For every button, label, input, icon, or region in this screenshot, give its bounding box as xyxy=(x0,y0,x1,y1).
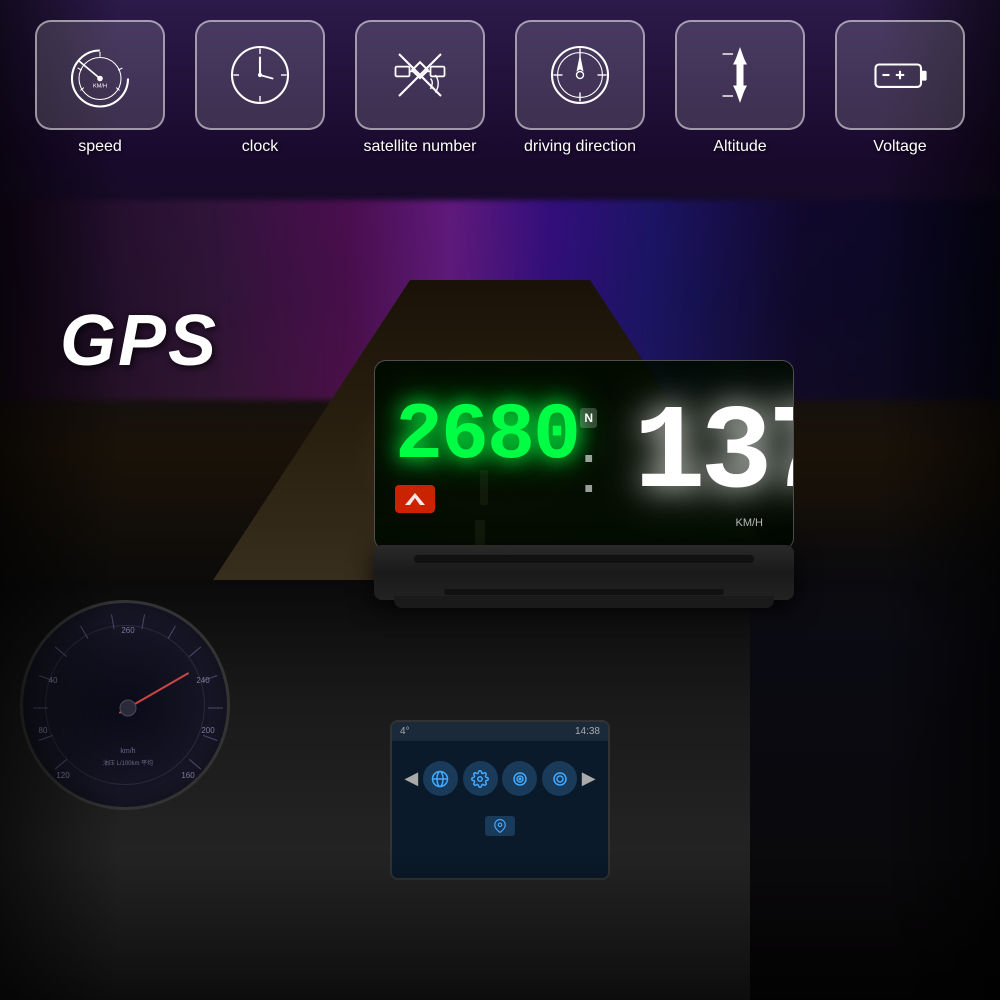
satellite-icon xyxy=(385,40,455,110)
feature-speed: KM/H speed xyxy=(35,20,165,156)
feature-label-speed: speed xyxy=(78,138,122,156)
mountain-icon xyxy=(403,491,427,507)
gauge-number: 260 xyxy=(121,626,135,635)
gauge-number: 240 xyxy=(196,676,210,685)
gauge-number: 40 xyxy=(49,676,58,685)
features-bar: KM/H speed xyxy=(20,20,980,156)
gauge-svg: 260 40 80 120 160 200 240 km/h 油压 L/100k… xyxy=(23,603,233,813)
hud-left-panel: 2680 xyxy=(395,397,579,513)
infotainment-nav-left[interactable]: ◀ xyxy=(404,768,418,789)
infotainment-nav-right[interactable]: ▶ xyxy=(582,768,596,789)
feature-icon-box-voltage xyxy=(835,20,965,130)
gauge-extra-text: 油压 L/100km 平均 xyxy=(103,759,153,767)
feature-label-altitude: Altitude xyxy=(713,138,766,156)
gauge-number: 120 xyxy=(56,771,70,780)
battery-icon xyxy=(865,40,935,110)
infotainment-screen: 4° 14:38 ◀ xyxy=(390,720,610,880)
feature-altitude: Altitude xyxy=(675,20,805,156)
altitude-icon xyxy=(705,40,775,110)
infotainment-icon-settings[interactable] xyxy=(463,761,498,796)
hud-n-label: N xyxy=(584,411,593,425)
hud-screen: 2680 N : 137 xyxy=(374,360,794,550)
hud-right-panel: 137 ⎯ xyxy=(633,395,794,515)
hud-altitude-reading: 2680 xyxy=(395,397,579,477)
gauge-number: 80 xyxy=(39,726,48,735)
hud-mount-slot xyxy=(414,555,754,563)
feature-clock: clock xyxy=(195,20,325,156)
gauge-kmh-label: km/h xyxy=(120,748,135,755)
feature-voltage: Voltage xyxy=(835,20,965,156)
svg-text:KM/H: KM/H xyxy=(93,84,107,90)
hud-alert-icon xyxy=(395,485,435,513)
feature-label-satellite: satellite number xyxy=(364,138,477,156)
gauge-number: 200 xyxy=(201,726,215,735)
feature-icon-box-clock xyxy=(195,20,325,130)
feature-satellite: satellite number xyxy=(355,20,485,156)
infotainment-temp: 4° xyxy=(400,726,410,737)
clock-icon xyxy=(225,40,295,110)
infotainment-time: 14:38 xyxy=(575,726,600,737)
hud-base-mount xyxy=(374,545,794,600)
speedometer-icon: KM/H xyxy=(65,40,135,110)
infotainment-header: 4° 14:38 xyxy=(392,722,608,741)
feature-icon-box-altitude xyxy=(675,20,805,130)
infotainment-nav-dots xyxy=(392,816,608,844)
infotainment-icon-nav[interactable] xyxy=(423,761,458,796)
infotainment-icon-audio[interactable] xyxy=(502,761,537,796)
hud-main-speed-display: 137 xyxy=(633,395,794,515)
feature-icon-box-direction xyxy=(515,20,645,130)
gauge-number: 160 xyxy=(181,771,195,780)
hud-mount-slot-2 xyxy=(444,589,724,595)
feature-label-clock: clock xyxy=(242,138,278,156)
infotainment-icon-phone[interactable] xyxy=(542,761,577,796)
feature-icon-box-satellite xyxy=(355,20,485,130)
hud-center-indicators: N : xyxy=(579,408,598,503)
gauge-cluster-area: 260 40 80 120 160 200 240 km/h 油压 L/100k… xyxy=(20,600,240,820)
hud-n-box: N xyxy=(580,408,597,428)
nav-map-icon[interactable] xyxy=(485,816,515,836)
hud-bracket-left: : xyxy=(579,433,598,503)
speedometer-gauge: 260 40 80 120 160 200 240 km/h 油压 L/100k… xyxy=(20,600,230,810)
infotainment-icons-row: ◀ xyxy=(392,741,608,816)
hud-device: 2680 N : 137 xyxy=(374,360,794,600)
background-scene: 260 40 80 120 160 200 240 km/h 油压 L/100k… xyxy=(0,0,1000,1000)
feature-label-direction: driving direction xyxy=(524,138,636,156)
gps-label: GPS xyxy=(60,300,218,382)
compass-icon xyxy=(545,40,615,110)
feature-icon-box-speed: KM/H xyxy=(35,20,165,130)
feature-direction: driving direction xyxy=(515,20,645,156)
feature-label-voltage: Voltage xyxy=(873,138,926,156)
